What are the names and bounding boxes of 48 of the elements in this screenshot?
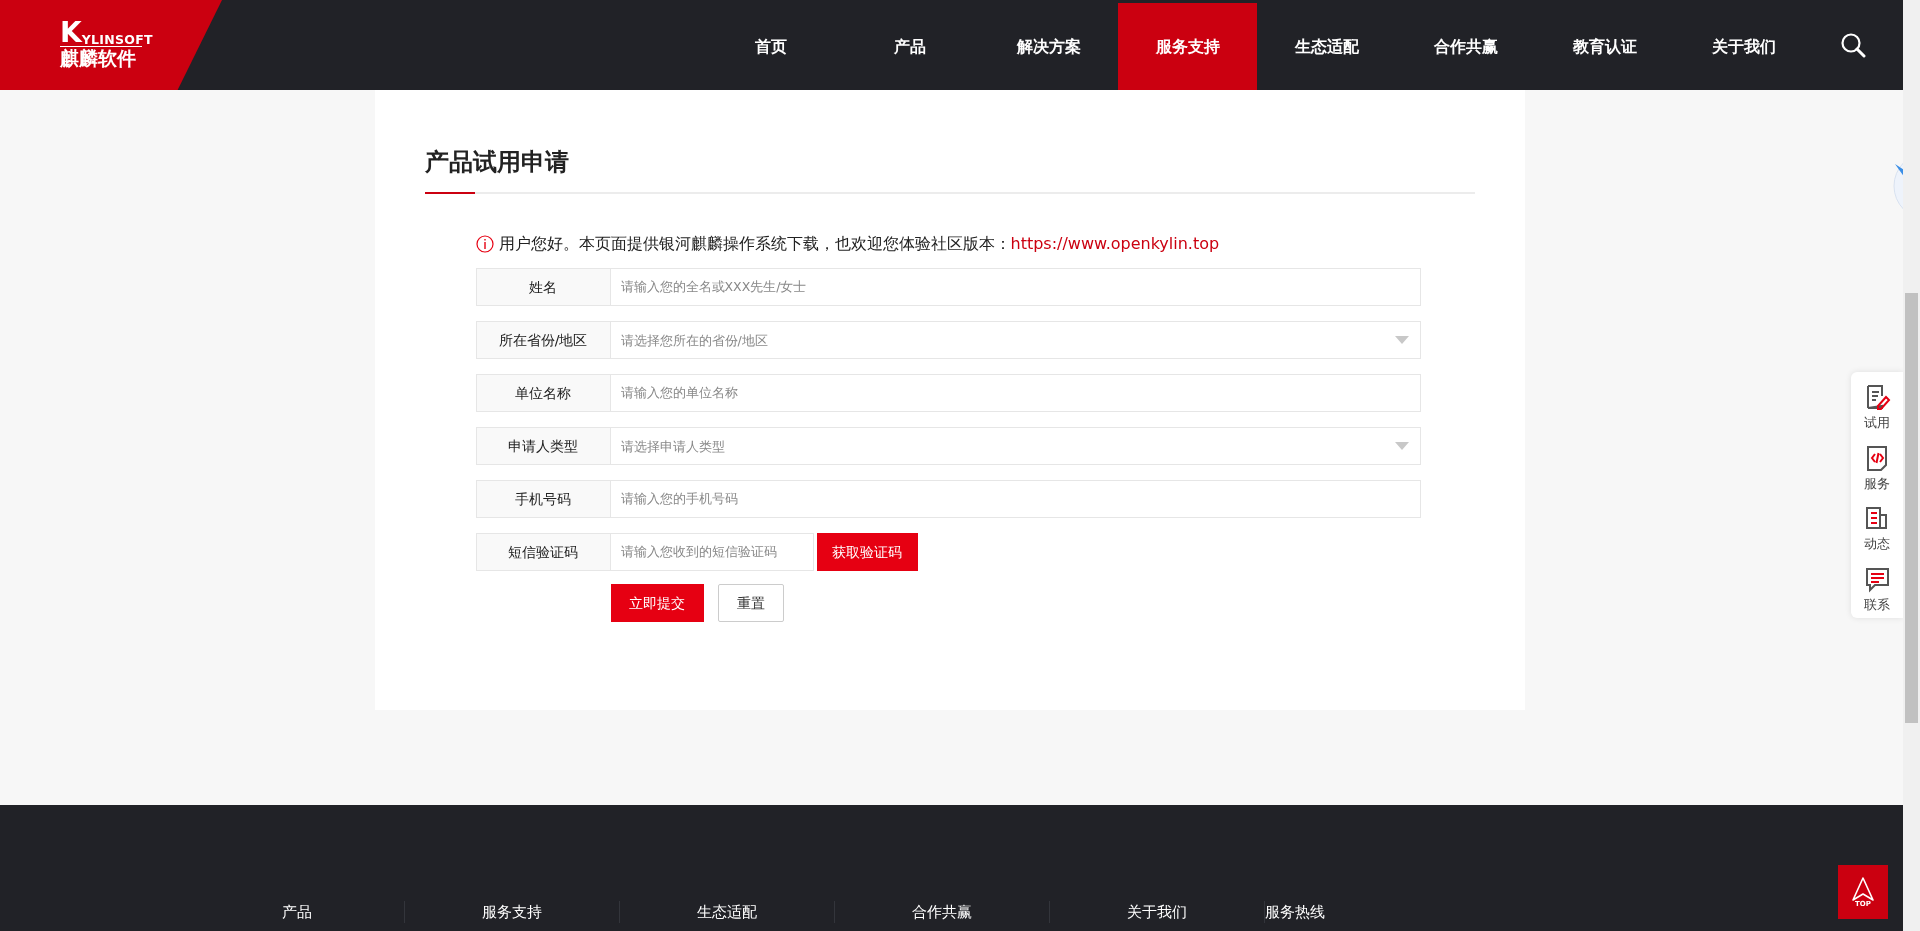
notice-link[interactable]: https://www.openkylin.top: [1010, 234, 1220, 253]
nav-tab[interactable]: 服务支持: [1118, 3, 1257, 90]
nav-tab[interactable]: 生态适配: [1257, 3, 1396, 90]
caret-icon: [1394, 336, 1409, 344]
chat-icon[interactable]: [1863, 565, 1891, 593]
side-menu-label[interactable]: 试用: [1864, 413, 1890, 433]
info-icon: [475, 235, 494, 253]
nav-tab[interactable]: 产品: [840, 3, 979, 90]
logo[interactable]: KYLINSOFT 麒麟软件: [0, 0, 222, 90]
nav-tab[interactable]: 合作共赢: [1396, 3, 1535, 90]
submit-button[interactable]: 立即提交: [610, 584, 704, 622]
field-label: 姓名: [475, 268, 611, 306]
field-label: 单位名称: [475, 374, 611, 412]
scrollbar-thumb[interactable]: [1905, 293, 1918, 723]
side-menu-label[interactable]: 动态: [1864, 534, 1890, 554]
input-field[interactable]: 请输入您的单位名称: [610, 374, 1421, 412]
field-label: 短信验证码: [475, 533, 611, 571]
nav-tab[interactable]: 首页: [701, 3, 840, 90]
side-menu-label[interactable]: 联系: [1864, 594, 1890, 614]
select-field[interactable]: 请选择申请人类型: [610, 427, 1421, 465]
page-title: 产品试用申请: [424, 150, 570, 178]
side-menu-label[interactable]: 服务: [1864, 473, 1890, 493]
get-code-button[interactable]: 获取验证码: [816, 533, 918, 571]
input-field[interactable]: 请输入您收到的短信验证码: [610, 533, 814, 571]
input-field[interactable]: 请输入您的全名或XXX先生/女士: [610, 268, 1421, 306]
footer-heading: 合作共赢: [835, 900, 1050, 923]
caret-icon: [1394, 442, 1409, 450]
footer-heading: 生态适配: [620, 900, 835, 923]
select-field[interactable]: 请选择您所在的省份/地区: [610, 321, 1421, 359]
search-icon[interactable]: [1840, 32, 1866, 58]
logo-name: 麒麟软件: [60, 47, 137, 70]
logo-wordmark: YLINSOFT: [81, 33, 153, 47]
arrow-icon: [1852, 876, 1874, 901]
input-field[interactable]: 请输入您的手机号码: [610, 480, 1421, 518]
reset-button[interactable]: 重置: [717, 584, 784, 622]
title-underline: [424, 192, 475, 194]
nav-tab[interactable]: 关于我们: [1674, 3, 1813, 90]
field-label: 申请人类型: [475, 427, 611, 465]
field-label: 所在省份/地区: [475, 321, 611, 359]
logo-letter: K: [60, 20, 82, 47]
nav-tab[interactable]: 解决方案: [979, 3, 1118, 90]
field-label: 手机号码: [475, 480, 611, 518]
footer-heading: 关于我们: [1050, 900, 1265, 923]
footer-heading: 产品: [190, 900, 405, 923]
footer-heading: 服务热线: [1265, 901, 1325, 923]
footer-heading: 服务支持: [405, 900, 620, 923]
notice-text: 用户您好。本页面提供银河麒麟操作系统下载，也欢迎您体验社区版本：https://www.openkylin.top: [498, 233, 1220, 255]
nav-tab[interactable]: 教育认证: [1535, 3, 1674, 90]
